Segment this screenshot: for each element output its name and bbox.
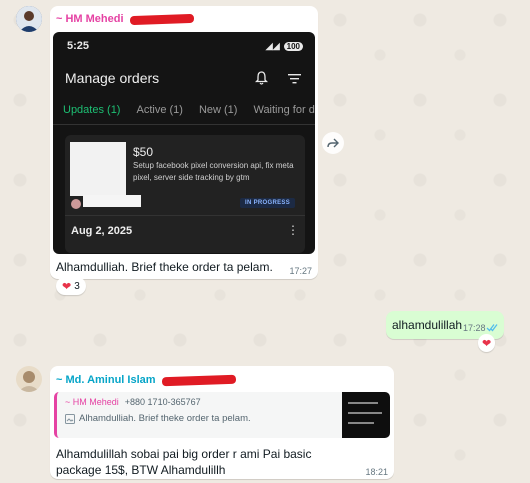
order-status-badge: IN PROGRESS	[240, 198, 295, 208]
image-icon	[65, 413, 75, 424]
tab-new: New (1)	[198, 104, 238, 116]
order-description: Setup facebook pixel conversion api, fix…	[133, 161, 294, 182]
tab-divider	[53, 124, 315, 125]
screenshot-title: Manage orders	[65, 70, 160, 86]
reaction-count: 3	[74, 280, 80, 292]
redacted-phone	[161, 374, 236, 386]
sender-name[interactable]: ~ HM Mehedi	[56, 13, 124, 25]
sender-row: ~ HM Mehedi	[50, 6, 318, 25]
order-date: Aug 2, 2025	[71, 225, 133, 237]
sender-row: ~ Md. Aminul Islam	[50, 366, 394, 386]
order-price: $50	[133, 145, 154, 159]
reaction-pill[interactable]: ❤	[478, 334, 496, 352]
order-card: $50 Setup facebook pixel conversion api,…	[65, 135, 305, 253]
message-text: Alhamdulliah. Brief theke order ta pelam…	[56, 260, 273, 274]
order-thumbnail	[70, 142, 126, 196]
quote-sender: ~ HM Mehedi	[65, 397, 119, 407]
more-options-icon: ⋮	[287, 223, 299, 237]
message-time: 17:28	[463, 323, 486, 333]
status-time: 5:25	[67, 40, 90, 52]
sender-avatar[interactable]	[16, 6, 42, 32]
message-bubble-incoming[interactable]: ~ Md. Aminul Islam ~ HM Mehedi +880 1710…	[50, 366, 394, 479]
filter-icon	[288, 73, 301, 83]
tab-updates: Updates (1)	[63, 104, 121, 116]
screenshot-header: Manage orders	[53, 52, 315, 86]
forward-button[interactable]	[322, 132, 344, 154]
forward-icon	[327, 138, 339, 148]
double-check-icon	[486, 324, 498, 332]
bell-icon	[255, 71, 268, 85]
heart-icon: ❤	[62, 280, 72, 293]
quoted-message[interactable]: ~ HM Mehedi +880 1710-365767 Alhamdullia…	[54, 392, 390, 438]
buyer-avatar	[71, 199, 81, 209]
buyer-name-redacted	[83, 195, 141, 207]
sender-name[interactable]: ~ Md. Aminul Islam	[56, 374, 156, 386]
quote-body: Alhamdulliah. Brief theke order ta pelam…	[57, 407, 390, 424]
quote-header: ~ HM Mehedi +880 1710-365767	[57, 392, 390, 407]
heart-icon: ❤	[482, 337, 492, 350]
tab-active: Active (1)	[136, 104, 183, 116]
signal-icon: ◢◢	[265, 40, 280, 51]
reaction-pill[interactable]: ❤ 3	[56, 277, 86, 295]
tab-waiting: Waiting for det	[253, 104, 315, 116]
phone-status-bar: 5:25 ◢◢ 100	[53, 32, 315, 52]
quote-text: Alhamdulliah. Brief theke order ta pelam…	[79, 413, 251, 424]
message-text: alhamdulillah	[392, 318, 463, 332]
battery-icon: 100	[283, 41, 303, 51]
quote-phone: +880 1710-365767	[124, 397, 201, 407]
sender-avatar[interactable]	[16, 366, 42, 392]
card-divider	[65, 215, 305, 216]
screenshot-tabs: Updates (1) Active (1) New (1) Waiting f…	[53, 86, 315, 116]
message-text: Alhamdulillah sobai pai big order r ami …	[56, 447, 312, 477]
redacted-phone	[129, 13, 194, 25]
message-time: 18:21	[365, 467, 388, 477]
message-time: 17:27	[289, 266, 312, 276]
quote-thumbnail	[342, 392, 390, 438]
message-bubble-incoming[interactable]: ~ HM Mehedi 5:25 ◢◢ 100 Manage orders Up…	[50, 6, 318, 279]
shared-screenshot[interactable]: 5:25 ◢◢ 100 Manage orders Updates (1) Ac…	[53, 32, 315, 254]
